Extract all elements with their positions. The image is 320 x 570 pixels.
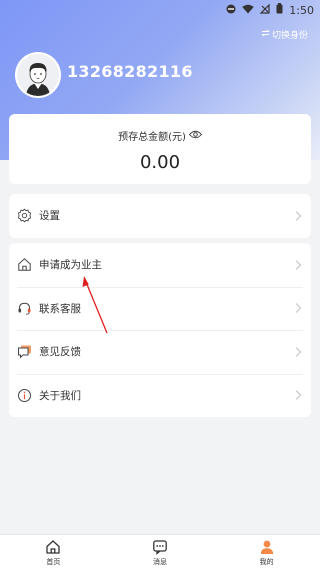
menu-item-feedback[interactable]: 意见反馈 — [9, 330, 311, 374]
tab-messages[interactable]: 消息 — [107, 535, 214, 570]
tab-label-messages: 消息 — [153, 557, 167, 566]
balance-value: 0.00 — [139, 152, 181, 173]
battery-icon — [276, 3, 283, 17]
balance-label-row: 预存总金额(元) — [118, 128, 203, 143]
chevron-right-icon — [294, 389, 302, 401]
chat-bubble-icon — [17, 344, 32, 359]
menu-item-about-us[interactable]: 关于我们 — [9, 373, 311, 418]
chevron-right-icon — [294, 210, 302, 222]
menu-item-contact-service[interactable]: 联系客服 — [9, 286, 311, 331]
menu-card: 申请成为业主 联系客服 意见反馈 关于我们 — [9, 243, 311, 417]
menu-label-about-us: 关于我们 — [39, 389, 81, 402]
menu-item-apply-owner[interactable]: 申请成为业主 — [9, 243, 311, 287]
settings-card: 设置 — [9, 194, 311, 238]
home-icon — [17, 257, 32, 272]
phone-number: 13268282116 — [67, 62, 193, 81]
chevron-right-icon — [294, 259, 302, 271]
bottom-tab-bar: 首页 消息 我的 — [0, 534, 320, 570]
menu-item-settings[interactable]: 设置 — [9, 194, 311, 238]
status-bar: 1:50 — [0, 0, 320, 20]
tab-mine[interactable]: 我的 — [213, 535, 320, 570]
balance-label: 预存总金额(元) — [118, 132, 186, 143]
avatar[interactable] — [17, 54, 59, 96]
balance-card: 预存总金额(元) 0.00 — [9, 114, 311, 184]
message-icon — [152, 539, 168, 555]
headset-icon — [17, 301, 32, 316]
no-signal-icon — [259, 3, 270, 17]
tab-home[interactable]: 首页 — [0, 535, 107, 570]
do-not-disturb-icon — [226, 4, 236, 17]
menu-label-feedback: 意见反馈 — [39, 346, 81, 359]
switch-identity-label: 切换身份 — [271, 31, 308, 41]
eye-icon[interactable] — [188, 130, 203, 142]
info-icon — [17, 388, 32, 403]
gear-icon — [17, 208, 32, 223]
wifi-icon — [242, 4, 254, 17]
home-icon — [45, 539, 61, 555]
menu-label-apply-owner: 申请成为业主 — [39, 259, 102, 272]
user-icon — [259, 539, 275, 555]
chevron-right-icon — [294, 346, 302, 358]
swap-icon — [261, 29, 270, 40]
chevron-right-icon — [294, 302, 302, 314]
menu-label-contact-service: 联系客服 — [39, 302, 81, 315]
menu-label-settings: 设置 — [39, 210, 60, 223]
status-time: 1:50 — [289, 3, 314, 17]
tab-label-home: 首页 — [46, 557, 61, 566]
tab-label-mine: 我的 — [259, 557, 274, 566]
switch-identity-button[interactable]: 切换身份 — [261, 28, 308, 41]
